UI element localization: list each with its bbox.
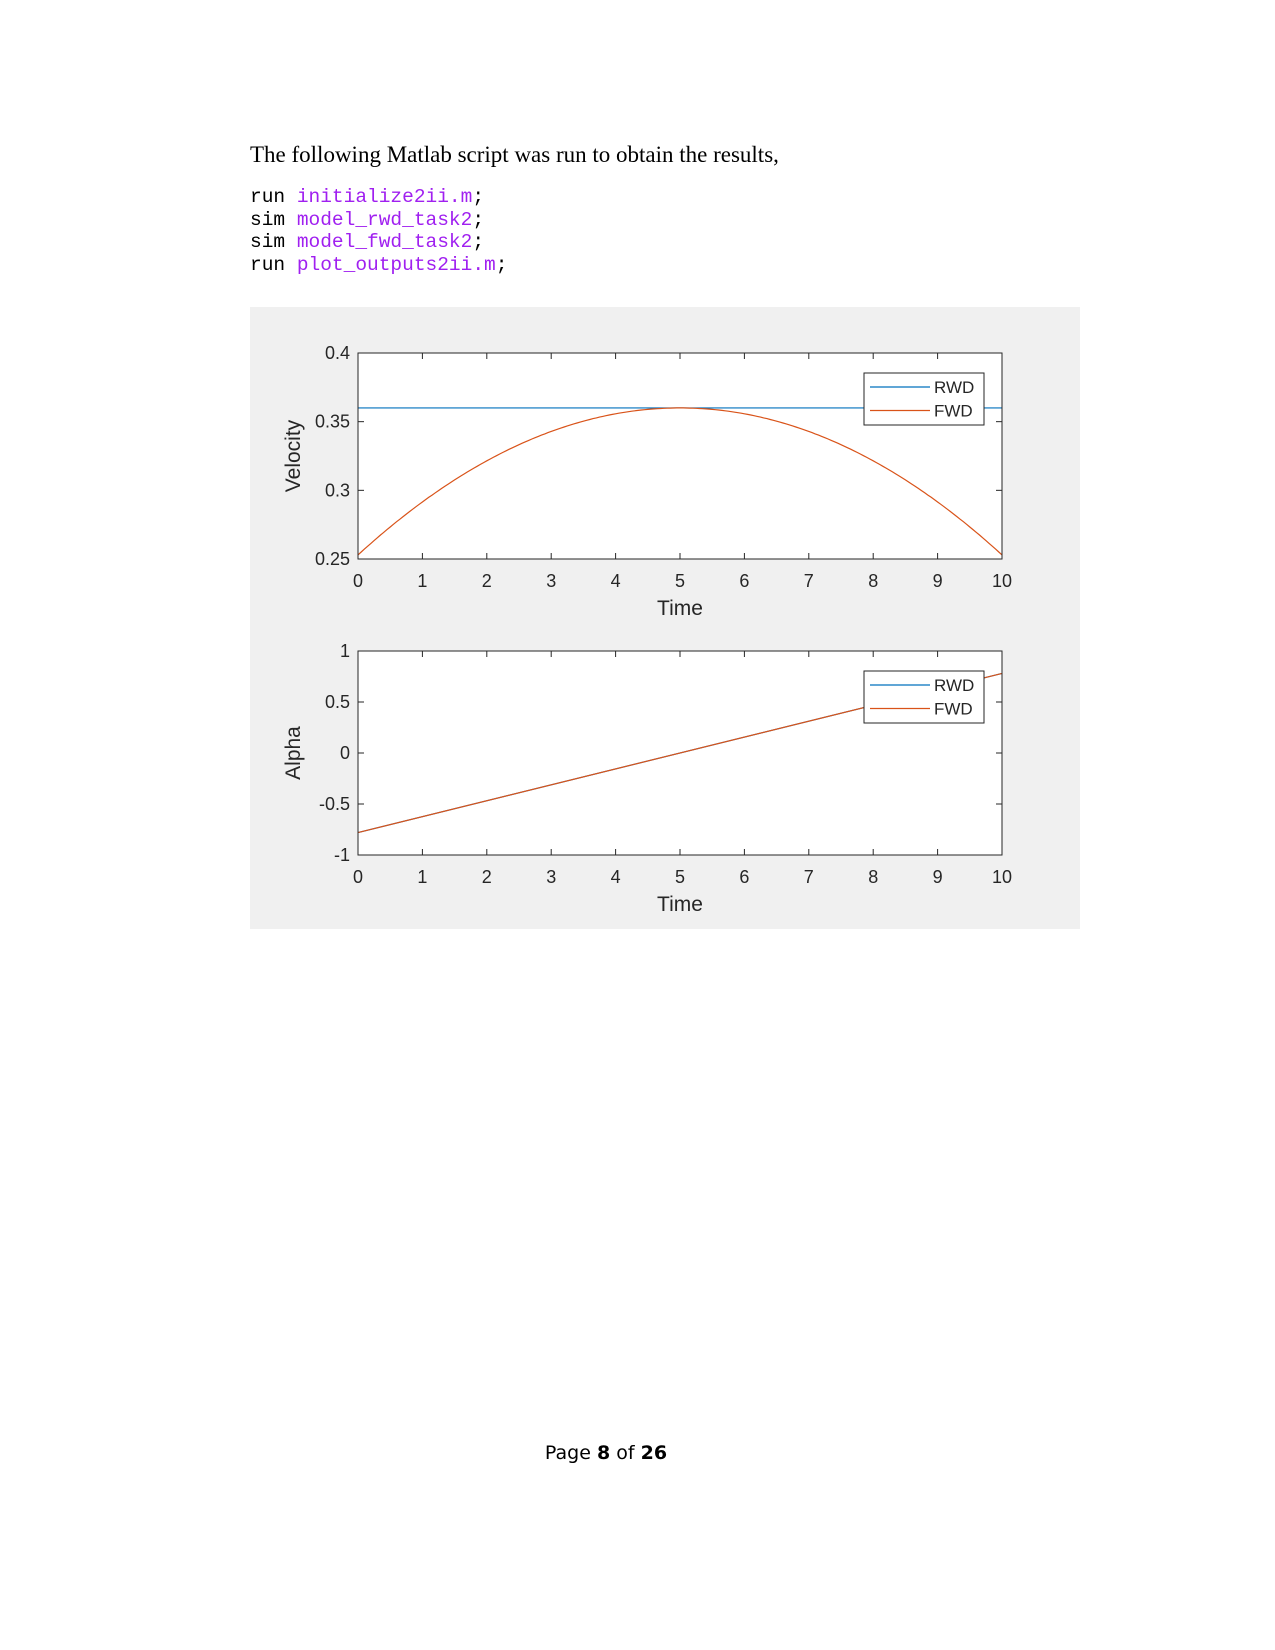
x-tick-label: 2 <box>482 571 492 591</box>
y-axis-label: Alpha <box>282 726 305 780</box>
y-tick-label: 0.5 <box>325 692 350 712</box>
x-tick-label: 4 <box>611 867 621 887</box>
code-argument: initialize2ii.m <box>296 186 473 208</box>
x-tick-label: 3 <box>546 571 556 591</box>
footer-page-total: 26 <box>640 1442 668 1464</box>
page-footer: Page 8 of 26 <box>0 1442 1212 1464</box>
x-tick-label: 9 <box>933 571 943 591</box>
code-argument: model_rwd_task2 <box>296 208 473 231</box>
code-command: sim <box>250 231 286 253</box>
x-tick-label: 10 <box>992 867 1012 887</box>
x-tick-label: 5 <box>675 571 685 591</box>
x-tick-label: 4 <box>611 571 621 591</box>
code-command: sim <box>250 208 286 231</box>
code-semicolon: ; <box>472 231 485 253</box>
code-line: sim model_rwd_task2; <box>250 209 507 232</box>
x-axis-label: Time <box>657 893 703 916</box>
code-argument: model_fwd_task2 <box>296 231 473 253</box>
code-argument: plot_outputs2ii.m <box>296 253 496 276</box>
intro-text: The following Matlab script was run to o… <box>250 142 779 167</box>
legend-label: RWD <box>934 378 974 397</box>
code-command: run <box>250 253 286 276</box>
x-tick-label: 1 <box>417 571 427 591</box>
y-tick-label: 0 <box>340 743 350 763</box>
x-tick-label: 8 <box>868 571 878 591</box>
y-axis-label: Velocity <box>282 419 305 492</box>
x-tick-label: 7 <box>804 867 814 887</box>
x-tick-label: 10 <box>992 571 1012 591</box>
y-tick-label: 0.35 <box>315 412 350 432</box>
x-tick-label: 0 <box>353 571 363 591</box>
footer-of: of <box>616 1442 635 1464</box>
y-tick-label: 0.3 <box>325 480 350 500</box>
x-tick-label: 0 <box>353 867 363 887</box>
code-semicolon: ; <box>495 253 508 276</box>
matlab-figure: 0 1 2 3 4 5 6 7 8 9 10 0.25 0.3 0.35 0.4 Time Velocity RW… <box>250 307 1080 929</box>
code-line: run plot_outputs2ii.m; <box>250 254 507 277</box>
legend-label: FWD <box>934 402 973 421</box>
y-tick-label: 0.25 <box>315 549 350 569</box>
x-axis-label: Time <box>657 597 703 620</box>
code-command: run <box>250 186 286 208</box>
x-tick-label: 3 <box>546 867 556 887</box>
code-line: sim model_fwd_task2; <box>250 231 507 254</box>
legend-label: RWD <box>934 676 974 695</box>
code-semicolon: ; <box>472 186 485 208</box>
x-tick-label: 1 <box>417 867 427 887</box>
x-tick-label: 5 <box>675 867 685 887</box>
x-tick-label: 9 <box>933 867 943 887</box>
code-semicolon: ; <box>472 208 485 231</box>
y-tick-label: -0.5 <box>319 794 350 814</box>
y-tick-label: 0.4 <box>325 343 350 363</box>
x-tick-label: 2 <box>482 867 492 887</box>
figure-canvas: 0 1 2 3 4 5 6 7 8 9 100.250.30.350.4TimeVelocityRW… <box>282 343 1012 916</box>
x-tick-label: 8 <box>868 867 878 887</box>
x-tick-label: 7 <box>804 571 814 591</box>
x-tick-label: 6 <box>739 867 749 887</box>
footer-page-number: 8 <box>596 1442 611 1464</box>
y-tick-label: -1 <box>334 845 350 865</box>
x-tick-label: 6 <box>739 571 749 591</box>
y-tick-label: 1 <box>340 641 350 661</box>
code-block: run initialize2ii.m; sim model_rwd_task2… <box>250 186 507 276</box>
code-line: run initialize2ii.m; <box>250 186 507 209</box>
legend-label: FWD <box>934 700 973 719</box>
footer-page-label: Page <box>544 1442 591 1464</box>
